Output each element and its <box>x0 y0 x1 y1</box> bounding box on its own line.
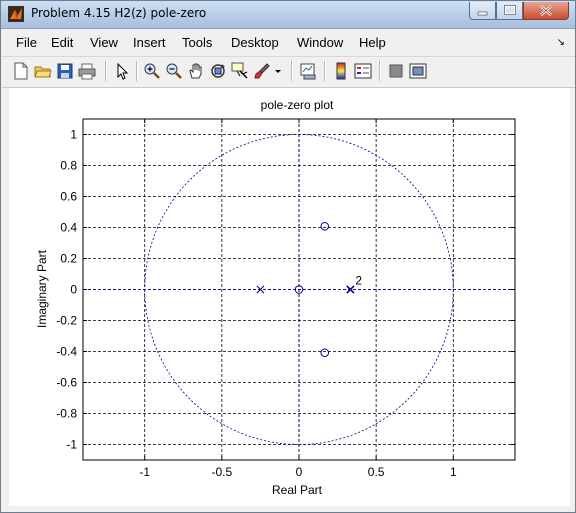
data-cursor-icon[interactable] <box>231 62 249 80</box>
show-plot-tools-icon[interactable] <box>409 62 427 80</box>
menu-tools[interactable]: Tools <box>182 35 212 50</box>
x-tick-label: -0.5 <box>212 465 233 479</box>
print-icon[interactable] <box>78 62 96 80</box>
pole-zero-plot: -1 -0.5 0 0.5 1 1 0.8 0.6 0.4 0.2 0 -0.2 -0.4 -0.6 -0.… <box>35 98 516 497</box>
y-tick-label: 0.2 <box>60 252 77 266</box>
pointer-icon[interactable] <box>113 62 131 80</box>
axis-ticks: -1 -0.5 0 0.5 1 1 0.8 0.6 0.4 0.2 0 -0.2 -0.4 -0.6 -0.… <box>56 119 515 479</box>
menu-bar: File Edit View Insert Tools Desktop Wind… <box>2 29 575 55</box>
legend-icon[interactable] <box>354 62 372 80</box>
hide-plot-tools-icon[interactable] <box>387 62 405 80</box>
y-axis-label: Imaginary Part <box>35 249 49 328</box>
new-figure-icon[interactable] <box>12 62 30 80</box>
pan-icon[interactable] <box>187 62 205 80</box>
pole-marker <box>256 285 265 294</box>
figure-canvas: -1 -0.5 0 0.5 1 1 0.8 0.6 0.4 0.2 0 -0.2 -0.4 -0.6 -0.… <box>9 88 570 506</box>
x-axis-label: Real Part <box>272 483 323 497</box>
x-tick-label: 1 <box>450 465 457 479</box>
x-tick-label: 0.5 <box>368 465 385 479</box>
rotate-icon[interactable] <box>209 62 227 80</box>
y-tick-label: 0 <box>70 283 77 297</box>
colorbar-icon[interactable] <box>332 62 350 80</box>
menu-file[interactable]: File <box>16 35 37 50</box>
pole-multiplicity-label: 2 <box>355 274 362 288</box>
y-tick-label: -0.2 <box>56 314 77 328</box>
save-icon[interactable] <box>56 62 74 80</box>
y-tick-label: 1 <box>70 128 77 142</box>
zoom-out-icon[interactable] <box>165 62 183 80</box>
minimize-icon <box>477 11 488 16</box>
y-tick-label: -0.4 <box>56 345 77 359</box>
pole-marker <box>346 285 355 294</box>
menu-edit[interactable]: Edit <box>51 35 73 50</box>
menu-view[interactable]: View <box>90 35 118 50</box>
maximize-button[interactable] <box>496 2 523 20</box>
close-icon <box>540 5 552 16</box>
x-tick-label: -1 <box>139 465 150 479</box>
zoom-in-icon[interactable] <box>143 62 161 80</box>
y-tick-label: 0.8 <box>60 159 77 173</box>
menu-help[interactable]: Help <box>359 35 386 50</box>
link-plot-icon[interactable] <box>299 62 317 80</box>
menu-window[interactable]: Window <box>297 35 343 50</box>
maximize-icon <box>504 5 516 15</box>
brush-icon[interactable] <box>253 62 271 80</box>
x-tick-label: 0 <box>296 465 303 479</box>
menu-insert[interactable]: Insert <box>133 35 166 50</box>
minimize-button[interactable] <box>469 2 496 20</box>
y-tick-label: -1 <box>66 438 77 452</box>
figure-toolbar <box>2 56 575 88</box>
figure-window: Problem 4.15 H2(z) pole-zero File Edit V… <box>0 0 576 513</box>
dock-arrow-icon[interactable]: ↘ <box>557 37 565 48</box>
dropdown-arrow-icon[interactable] <box>273 62 283 80</box>
matlab-icon <box>8 6 24 22</box>
y-tick-label: 0.4 <box>60 221 77 235</box>
zero-marker <box>320 221 330 231</box>
y-tick-label: -0.8 <box>56 407 77 421</box>
y-tick-label: 0.6 <box>60 190 77 204</box>
zero-marker <box>320 348 330 358</box>
title-bar[interactable]: Problem 4.15 H2(z) pole-zero <box>1 1 575 29</box>
open-file-icon[interactable] <box>34 62 52 80</box>
chart-title: pole-zero plot <box>261 98 334 112</box>
close-button[interactable] <box>523 2 569 20</box>
window-title: Problem 4.15 H2(z) pole-zero <box>31 6 207 20</box>
menu-desktop[interactable]: Desktop <box>231 35 279 50</box>
y-tick-label: -0.6 <box>56 376 77 390</box>
